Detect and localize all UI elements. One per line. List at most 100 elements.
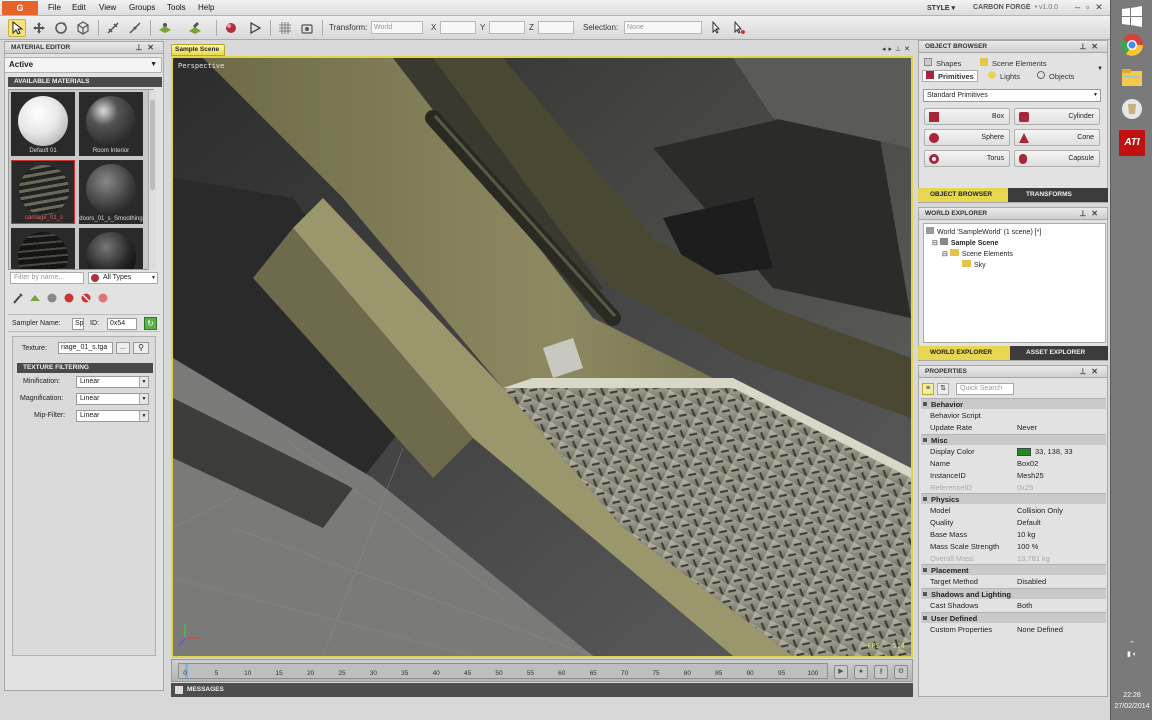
material-filter-input[interactable]: Filter by name... (10, 272, 84, 284)
minification-dropdown[interactable]: Linear ▼ (76, 376, 149, 388)
3d-viewport[interactable]: Perspective FPS : 514 (171, 56, 913, 658)
texture-browse-button[interactable]: ... (116, 342, 130, 354)
prop-row[interactable]: Custom Properties None Defined (921, 624, 1106, 636)
link-button[interactable] (104, 19, 122, 37)
select-by-name-button[interactable] (708, 19, 726, 37)
texture-path-input[interactable]: riage_01_s.tga (58, 342, 113, 354)
prop-row[interactable]: InstanceID Mesh25 (921, 470, 1106, 482)
menu-file[interactable]: File (48, 3, 61, 12)
paint-button[interactable] (186, 19, 204, 37)
tree-item-sky[interactable]: Sky (962, 260, 986, 269)
categorized-view-icon[interactable]: ≡ (922, 383, 934, 395)
material-thumb[interactable]: Default 01 (11, 92, 75, 156)
window-controls[interactable]: –▫✕ (1075, 2, 1109, 13)
tab-transforms[interactable]: TRANSFORMS (1014, 188, 1108, 202)
material-thumb[interactable]: Room Interior (79, 92, 143, 156)
capsule-button[interactable]: Capsule (1014, 150, 1100, 167)
scrollbar-thumb[interactable] (150, 100, 155, 190)
sampler-name-input[interactable]: Sp (72, 318, 84, 330)
messages-bar[interactable]: MESSAGES (171, 683, 913, 697)
viewport-tab-controls[interactable]: ◂▸⊥✕ (882, 45, 913, 53)
material-mode-dropdown[interactable]: Active ▼ (4, 57, 162, 73)
x-input[interactable] (440, 21, 476, 34)
select-tool-button[interactable] (8, 19, 26, 37)
material-types-dropdown[interactable]: All Types ▼ (88, 272, 158, 284)
ati-icon[interactable]: ATI (1119, 130, 1145, 156)
cylinder-button[interactable]: Cylinder (1014, 108, 1100, 125)
panel-pin-close-icons[interactable]: ⊥✕ (1079, 41, 1103, 53)
move-tool-button[interactable] (30, 19, 48, 37)
tab-shapes[interactable]: Shapes (924, 58, 961, 68)
snap-button[interactable] (156, 19, 174, 37)
rotate-tool-button[interactable] (52, 19, 70, 37)
color-swatch[interactable] (1017, 448, 1031, 456)
render-button[interactable] (222, 19, 240, 37)
tab-object-browser[interactable]: OBJECT BROWSER (918, 188, 1008, 202)
play-button[interactable] (246, 19, 264, 37)
menu-groups[interactable]: Groups (129, 3, 155, 12)
key-icon[interactable]: ⚷ (874, 665, 888, 679)
z-input[interactable] (538, 21, 574, 34)
prop-row[interactable]: Cast Shadows Both (921, 600, 1106, 612)
prop-category-user-defined[interactable]: User Defined (921, 612, 1106, 623)
prop-row[interactable]: Display Color 33, 138, 33 (921, 446, 1106, 458)
material-assign-icon[interactable] (29, 292, 41, 304)
magnification-dropdown[interactable]: Linear ▼ (76, 393, 149, 405)
tab-sample-scene[interactable]: Sample Scene (171, 44, 225, 56)
primitives-category-dropdown[interactable]: Standard Primitives ▼ (923, 89, 1101, 102)
scale-tool-button[interactable] (74, 19, 92, 37)
unlink-button[interactable] (126, 19, 144, 37)
material-thumb[interactable] (79, 228, 143, 269)
panel-pin-close-icons[interactable]: ⊥✕ (1079, 366, 1103, 378)
collapse-icon[interactable]: ⊟ (942, 251, 948, 258)
system-clock[interactable]: 22:28 27/02/2014 (1112, 690, 1152, 712)
tree-item-world[interactable]: World 'SampleWorld' (1 scene) [*] (926, 227, 1041, 236)
camera-button[interactable] (298, 19, 316, 37)
menu-edit[interactable]: Edit (72, 3, 86, 12)
app-shield-icon[interactable] (1119, 96, 1145, 122)
prop-row[interactable]: Model Collision Only (921, 505, 1106, 517)
prop-category-physics[interactable]: Physics (921, 493, 1106, 504)
tab-world-explorer[interactable]: WORLD EXPLORER (918, 346, 1010, 360)
app-logo-button[interactable]: G (2, 1, 38, 15)
sampler-id-input[interactable]: 0x54 (107, 318, 137, 330)
select-filter-button[interactable] (730, 19, 748, 37)
prop-category-shadows[interactable]: Shadows and Lighting (921, 588, 1106, 599)
tab-objects[interactable]: Objects (1037, 71, 1074, 81)
prop-row[interactable]: Base Mass 10 kg (921, 529, 1106, 541)
tab-lights[interactable]: Lights (988, 71, 1020, 81)
sort-alpha-icon[interactable]: ⇅ (937, 383, 949, 395)
tab-primitives[interactable]: Primitives (922, 70, 978, 82)
material-settings-icon[interactable] (97, 292, 109, 304)
material-thumb-selected[interactable]: carriage_01_s (11, 160, 75, 224)
torus-button[interactable]: Torus (924, 150, 1010, 167)
eyedropper-icon[interactable] (12, 292, 24, 304)
prop-row[interactable]: Name Box02 (921, 458, 1106, 470)
collapse-icon[interactable]: ⊟ (932, 240, 938, 247)
windows-start-icon[interactable] (1119, 4, 1145, 30)
tray-icons[interactable]: ⌃ ▮ ◐ (1115, 640, 1149, 660)
style-menu[interactable]: STYLE ▾ (927, 4, 955, 12)
panel-pin-close-icons[interactable]: ⊥✕ (1079, 208, 1103, 220)
grid-button[interactable] (276, 19, 294, 37)
tab-scene-elements[interactable]: Scene Elements (980, 58, 1047, 68)
prop-row[interactable]: Mass Scale Strength 100 % (921, 541, 1106, 553)
material-sphere-icon[interactable] (46, 292, 58, 304)
tree-item-scene[interactable]: ⊟ Sample Scene (932, 238, 998, 247)
search-icon[interactable]: ⚲ (133, 342, 149, 354)
chevron-down-icon[interactable]: ▼ (1097, 66, 1103, 72)
sphere-button[interactable]: Sphere (924, 129, 1010, 146)
material-new-icon[interactable] (63, 292, 75, 304)
selection-dropdown[interactable]: None (624, 21, 702, 34)
camera-label[interactable]: Perspective (178, 62, 224, 70)
tree-item-scene-elements[interactable]: ⊟ Scene Elements (942, 249, 1013, 258)
box-button[interactable]: Box (924, 108, 1010, 125)
cone-button[interactable]: Cone (1014, 129, 1100, 146)
mipfilter-dropdown[interactable]: Linear ▼ (76, 410, 149, 422)
panel-pin-close-icons[interactable]: ⊥✕ (135, 42, 159, 54)
menu-help[interactable]: Help (198, 3, 214, 12)
timeline-ruler[interactable]: 0 5 10 15 20 25 30 35 40 45 50 55 60 65 70 75 80 85 90 95 10… (178, 663, 828, 679)
y-input[interactable] (489, 21, 525, 34)
material-delete-icon[interactable] (80, 292, 92, 304)
transform-dropdown[interactable]: World (371, 21, 423, 34)
